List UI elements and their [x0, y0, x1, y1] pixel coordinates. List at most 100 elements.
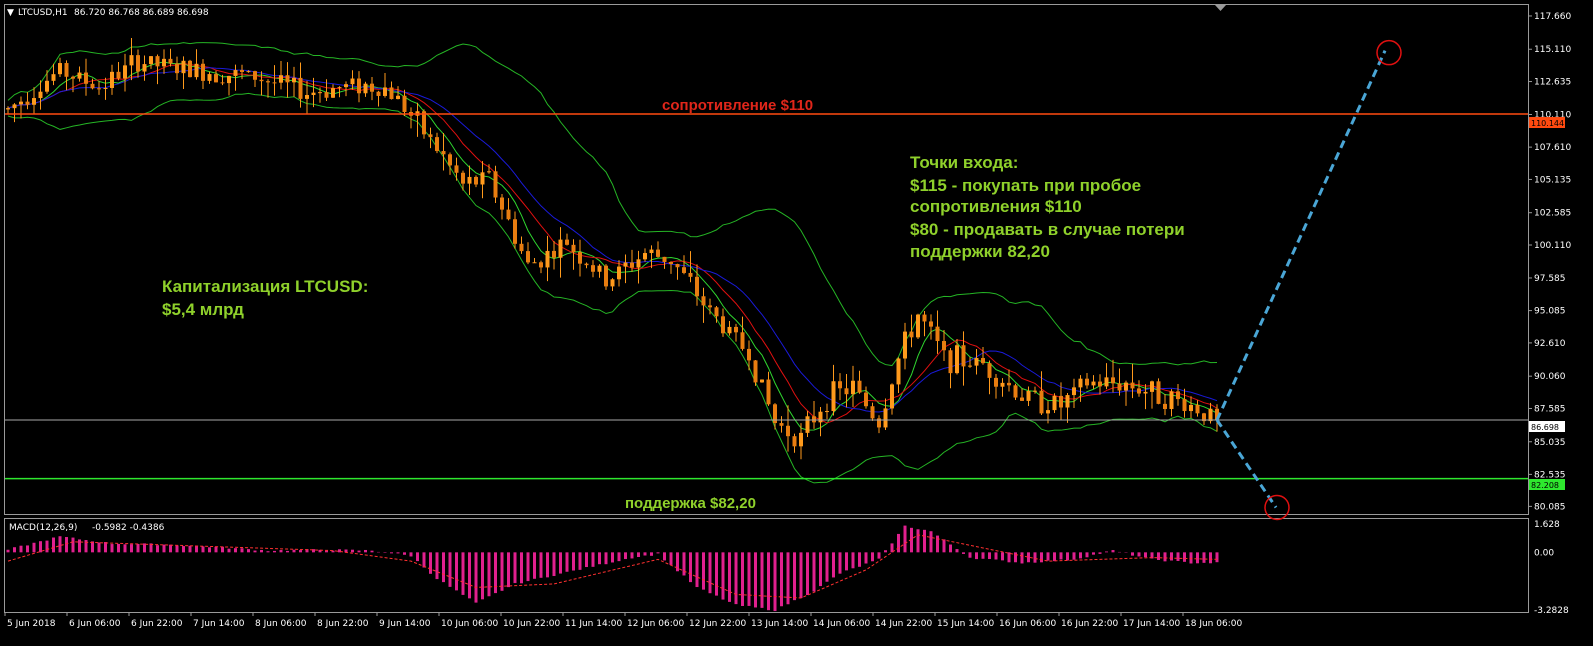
support-price-tag-text: 82.208 [1531, 481, 1559, 490]
candle-body [805, 416, 810, 433]
candle-body [64, 63, 69, 77]
candle-body [461, 172, 465, 184]
candle-body [1189, 404, 1193, 412]
price-pane-frame [4, 4, 1529, 515]
candle-body [1150, 381, 1154, 392]
candle-body [610, 279, 615, 287]
candle-body [110, 71, 114, 88]
candle-body [162, 58, 166, 67]
candle-body [669, 261, 673, 264]
candle-body [181, 60, 186, 74]
candle-body [402, 95, 407, 112]
candle-body [721, 316, 725, 334]
candle-body [714, 307, 719, 317]
candle-body [623, 262, 628, 267]
price-tick-label: 95.085 [1534, 307, 1566, 317]
candle-body [266, 81, 270, 83]
entry-annotation-line5: поддержки 82,20 [910, 242, 1050, 261]
candle-body [246, 71, 251, 73]
macd-label: MACD(12,26,9) [9, 523, 77, 533]
candle-body [578, 252, 582, 264]
candle-body [1195, 404, 1200, 414]
candle-body [227, 75, 231, 84]
time-tick-label: 9 Jun 14:00 [379, 619, 431, 629]
candle-body [617, 266, 621, 280]
header-arrow-icon[interactable]: ▼ [7, 8, 14, 18]
candle-body [526, 251, 530, 263]
candle-body [149, 56, 153, 65]
candle-body [363, 83, 368, 94]
price-tick-label: 82.535 [1534, 470, 1566, 480]
candle-body [103, 87, 108, 89]
time-tick-label: 6 Jun 22:00 [131, 619, 183, 629]
candle-body [1130, 382, 1135, 389]
candle-body [1059, 395, 1063, 408]
candle-body [519, 243, 524, 252]
candle-body [636, 259, 641, 268]
candle-body [1182, 399, 1187, 412]
candle-body [1169, 391, 1174, 410]
entry-annotation-line1: Точки входа: [910, 153, 1018, 172]
candle-body [396, 95, 400, 100]
candle-body [1156, 381, 1161, 404]
candle-body [1104, 377, 1109, 387]
candle-body [630, 262, 634, 268]
time-tick-label: 13 Jun 14:00 [751, 619, 808, 629]
candle-body [1111, 377, 1115, 384]
cap-annotation-line2: $5,4 млрд [162, 300, 244, 319]
candle-body [1013, 385, 1018, 398]
candle-body [45, 80, 49, 92]
price-tick-label: 92.610 [1534, 339, 1566, 349]
candle-body [1000, 382, 1005, 387]
candle-body [324, 92, 329, 98]
candle-body [1208, 408, 1213, 422]
candle-body [643, 253, 647, 260]
candle-body [968, 365, 972, 367]
candle-body [1072, 387, 1076, 396]
candle-body [883, 408, 888, 428]
candle-body [1137, 388, 1141, 394]
price-tick-label: 115.110 [1534, 45, 1571, 55]
entry-annotation-line2: $115 - покупать при пробое [910, 176, 1141, 195]
candle-body [604, 265, 608, 287]
chart-shift-marker-icon[interactable] [1215, 5, 1226, 11]
candle-body [1020, 397, 1024, 401]
time-tick-label: 12 Jun 22:00 [689, 619, 746, 629]
candle-body [565, 239, 569, 245]
candle-body [948, 350, 953, 374]
candle-body [389, 87, 394, 100]
price-tick-label: 80.085 [1534, 502, 1566, 512]
candle-body [890, 384, 894, 409]
candle-body [12, 104, 17, 109]
time-tick-label: 8 Jun 06:00 [255, 619, 307, 629]
time-tick-label: 17 Jun 14:00 [1123, 619, 1180, 629]
candle-body [474, 176, 478, 185]
candle-body [500, 197, 504, 210]
macd-pane-frame [4, 518, 1529, 613]
candle-body [116, 71, 121, 79]
candle-body [207, 74, 212, 81]
candle-body [903, 331, 907, 359]
candle-body [441, 151, 446, 155]
candle-body [987, 363, 992, 378]
candle-body [935, 326, 940, 342]
candle-body [428, 134, 433, 138]
candle-body [32, 98, 36, 105]
candle-body [136, 55, 140, 72]
sell-projection-line [1215, 419, 1278, 509]
candle-body [1033, 390, 1037, 392]
candle-body [994, 377, 998, 387]
time-tick-label: 14 Jun 06:00 [813, 619, 870, 629]
candle-body [727, 326, 732, 334]
price-tick-label: 85.035 [1534, 438, 1566, 448]
candle-body [753, 360, 758, 383]
candle-body [357, 78, 361, 94]
candle-body [168, 58, 173, 64]
candle-body [649, 249, 654, 254]
candle-body [344, 84, 348, 88]
candle-body [1052, 395, 1057, 411]
buy-projection-line [1215, 50, 1387, 421]
candle-body [955, 345, 959, 374]
candle-body [539, 262, 543, 268]
candle-body [870, 406, 875, 419]
